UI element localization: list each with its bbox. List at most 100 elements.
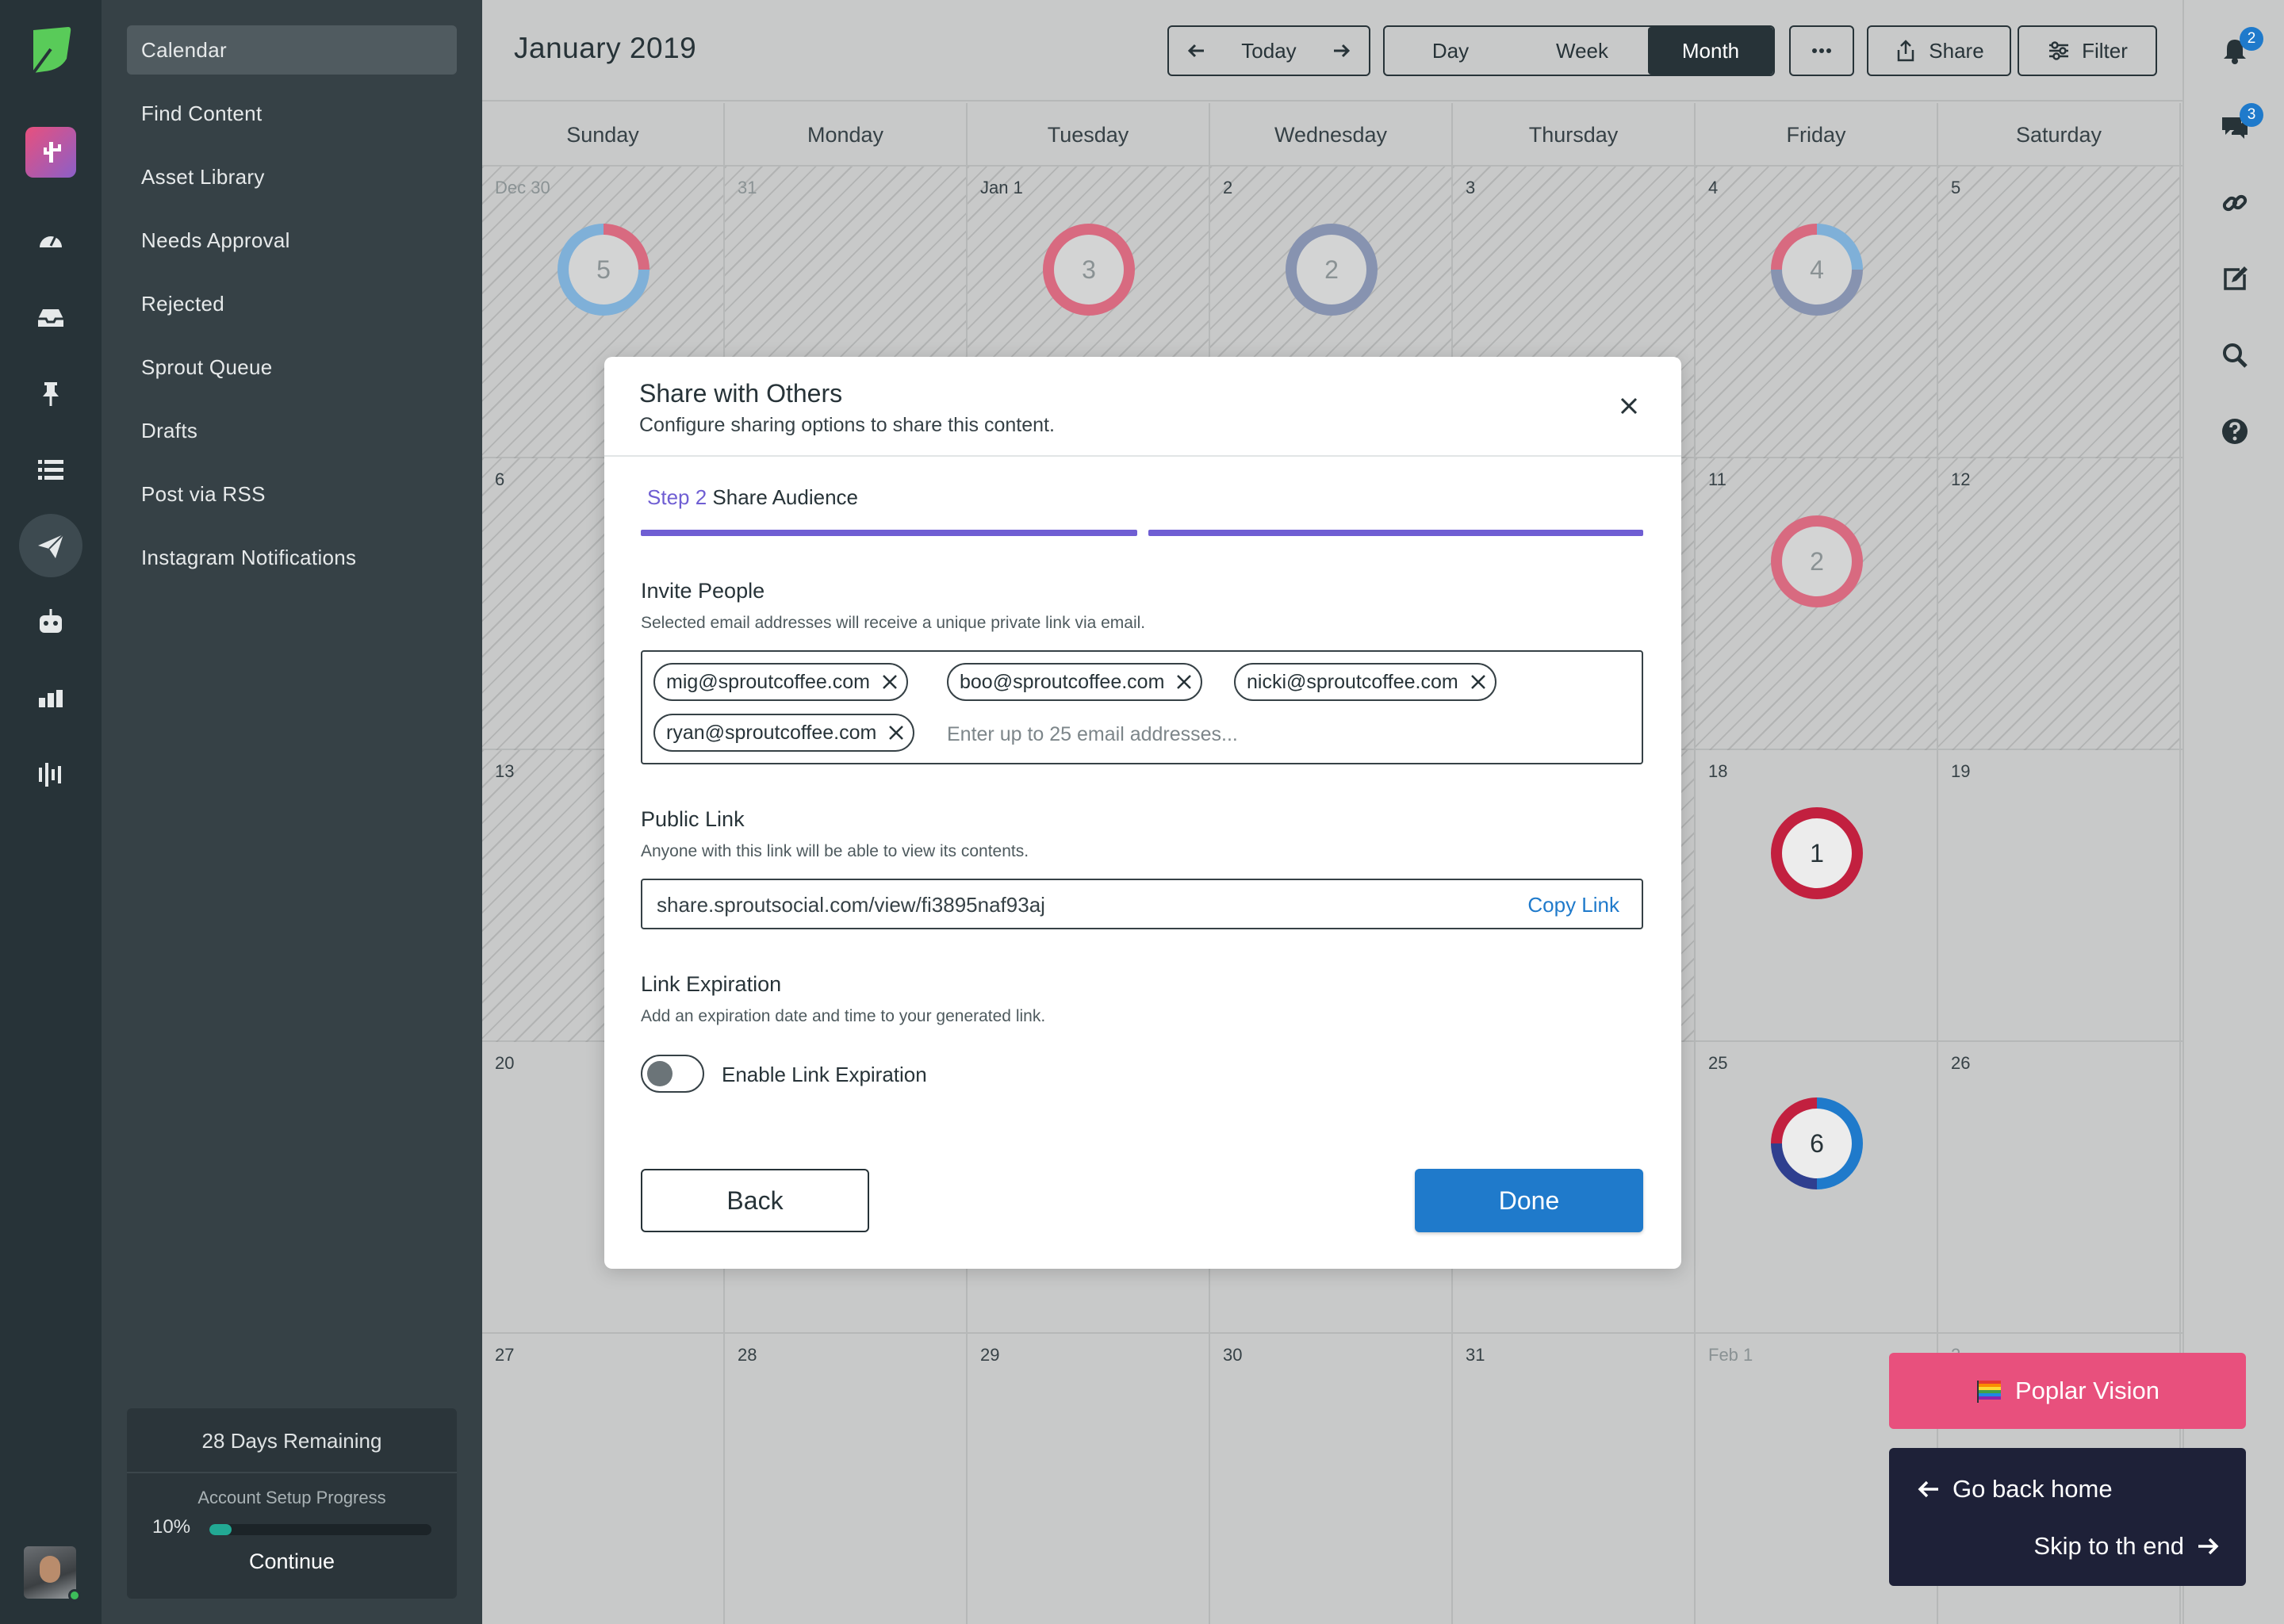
arrow-left-icon[interactable] [1185,39,1209,63]
post-count-ring[interactable]: 6 [1771,1097,1863,1189]
view-month-button[interactable]: Month [1648,27,1773,75]
list-icon[interactable] [19,438,82,501]
remove-chip-icon[interactable] [887,724,905,741]
post-count-ring[interactable]: 5 [558,224,650,316]
days-remaining: 28 Days Remaining [127,1408,457,1473]
continue-link[interactable]: Continue [127,1549,457,1574]
post-count: 6 [1782,1109,1852,1178]
subnav-item-calendar[interactable]: Calendar [127,25,457,75]
toggle-knob [647,1061,673,1086]
skip-to-end-link[interactable]: Skip to th end [2033,1532,2221,1561]
subnav-item-post-via-rss[interactable]: Post via RSS [127,469,457,519]
reports-icon[interactable] [19,666,82,730]
public-link-title: Public Link [641,807,745,831]
calendar-day-cell[interactable]: 29 [968,1334,1210,1624]
public-link-url[interactable]: share.sproutsocial.com/view/fi3895naf93a… [657,893,1045,917]
subnav-item-drafts[interactable]: Drafts [127,406,457,455]
arrow-right-icon[interactable] [1329,39,1353,63]
post-count-ring[interactable]: 1 [1771,807,1863,899]
post-count-ring[interactable]: 2 [1771,515,1863,607]
help-icon[interactable] [2219,416,2251,447]
email-chip-label: nicki@sproutcoffee.com [1247,670,1458,693]
day-number: Feb 1 [1708,1345,1753,1365]
calendar-day-cell[interactable]: 26 [1938,1042,2181,1334]
calendar-day-cell[interactable]: 27 [482,1334,725,1624]
dashboard-icon[interactable] [19,209,82,273]
done-button[interactable]: Done [1415,1169,1643,1232]
back-button[interactable]: Back [641,1169,869,1232]
bot-icon[interactable] [19,590,82,653]
subnav-item-asset-library[interactable]: Asset Library [127,152,457,201]
calendar-day-cell[interactable]: 28 [725,1334,968,1624]
email-chip: nicki@sproutcoffee.com [1234,663,1496,701]
arrow-right-icon [2198,1538,2219,1555]
more-button[interactable] [1789,25,1854,76]
app-tile-icon[interactable] [25,127,76,178]
day-number: 19 [1951,761,1971,781]
user-avatar[interactable] [24,1546,81,1602]
post-count-ring[interactable]: 2 [1286,224,1378,316]
subnav-item-instagram-notifications[interactable]: Instagram Notifications [127,533,457,582]
subnav-item-find-content[interactable]: Find Content [127,89,457,138]
calendar-day-cell[interactable]: 19 [1938,750,2181,1042]
today-button[interactable]: Today [1241,39,1296,63]
filter-button[interactable]: Filter [2018,25,2157,76]
setup-progress-bar [209,1524,431,1535]
listening-icon[interactable] [19,742,82,806]
skip-navigation-panel: Go back home Skip to th end [1889,1448,2246,1586]
expiry-title: Link Expiration [641,972,782,996]
calendar-day-cell[interactable]: 25 6 [1696,1042,1938,1334]
search-icon[interactable] [2219,339,2251,371]
remove-chip-icon[interactable] [881,673,899,691]
day-number: 4 [1708,178,1719,197]
sprout-logo[interactable] [27,24,75,76]
view-week-button[interactable]: Week [1516,27,1648,75]
link-icon[interactable] [2219,187,2251,219]
subnav-item-rejected[interactable]: Rejected [127,279,457,328]
close-button[interactable] [1611,389,1646,423]
email-input[interactable] [947,718,1613,750]
calendar-day-cell[interactable]: 12 [1938,458,2181,750]
icon-rail [0,0,102,1624]
go-back-home-link[interactable]: Go back home [1916,1475,2113,1503]
avatar-face [40,1556,60,1583]
email-chip-label: mig@sproutcoffee.com [666,670,870,693]
calendar-day-cell[interactable]: 31 [1453,1334,1696,1624]
share-button[interactable]: Share [1867,25,2011,76]
day-number: 11 [1708,469,1726,489]
setup-progress-label: Account Setup Progress [197,1488,386,1507]
post-count: 1 [1782,818,1852,888]
copy-link-button[interactable]: Copy Link [1527,893,1619,917]
subnav-item-sprout-queue[interactable]: Sprout Queue [127,343,457,392]
email-field[interactable]: mig@sproutcoffee.com boo@sproutcoffee.co… [641,650,1643,764]
calendar-day-cell[interactable]: 11 2 [1696,458,1938,750]
inbox-icon[interactable] [19,285,82,349]
post-count: 5 [569,235,638,304]
pin-icon[interactable] [19,362,82,425]
post-count-ring[interactable]: 3 [1043,224,1135,316]
day-number: 2 [1223,178,1233,197]
calendar-day-cell[interactable]: 30 [1210,1334,1453,1624]
remove-chip-icon[interactable] [1470,673,1487,691]
compose-icon[interactable] [2219,263,2251,295]
view-day-button[interactable]: Day [1385,27,1516,75]
calendar-day-cell[interactable]: 44 [1696,167,1938,458]
view-switcher: Day Week Month [1383,25,1775,76]
public-link-description: Anyone with this link will be able to vi… [641,842,1029,860]
publish-icon[interactable] [19,514,82,577]
weekday-label: Saturday [1938,103,2181,165]
calendar-day-cell[interactable]: 18 1 [1696,750,1938,1042]
more-icon [1812,48,1831,53]
step-number: Step 2 [647,485,707,509]
post-count: 2 [1297,235,1366,304]
setup-progress-percent: 10% [152,1516,191,1538]
day-number: 18 [1708,761,1728,781]
poplar-vision-button[interactable]: Poplar Vision [1889,1353,2246,1429]
remove-chip-icon[interactable] [1175,673,1193,691]
public-link-field[interactable]: share.sproutsocial.com/view/fi3895naf93a… [641,879,1643,929]
post-count: 4 [1782,235,1852,304]
calendar-day-cell[interactable]: 5 [1938,167,2181,458]
subnav-item-needs-approval[interactable]: Needs Approval [127,216,457,265]
expiry-toggle[interactable] [641,1055,704,1093]
post-count-ring[interactable]: 4 [1771,224,1863,316]
